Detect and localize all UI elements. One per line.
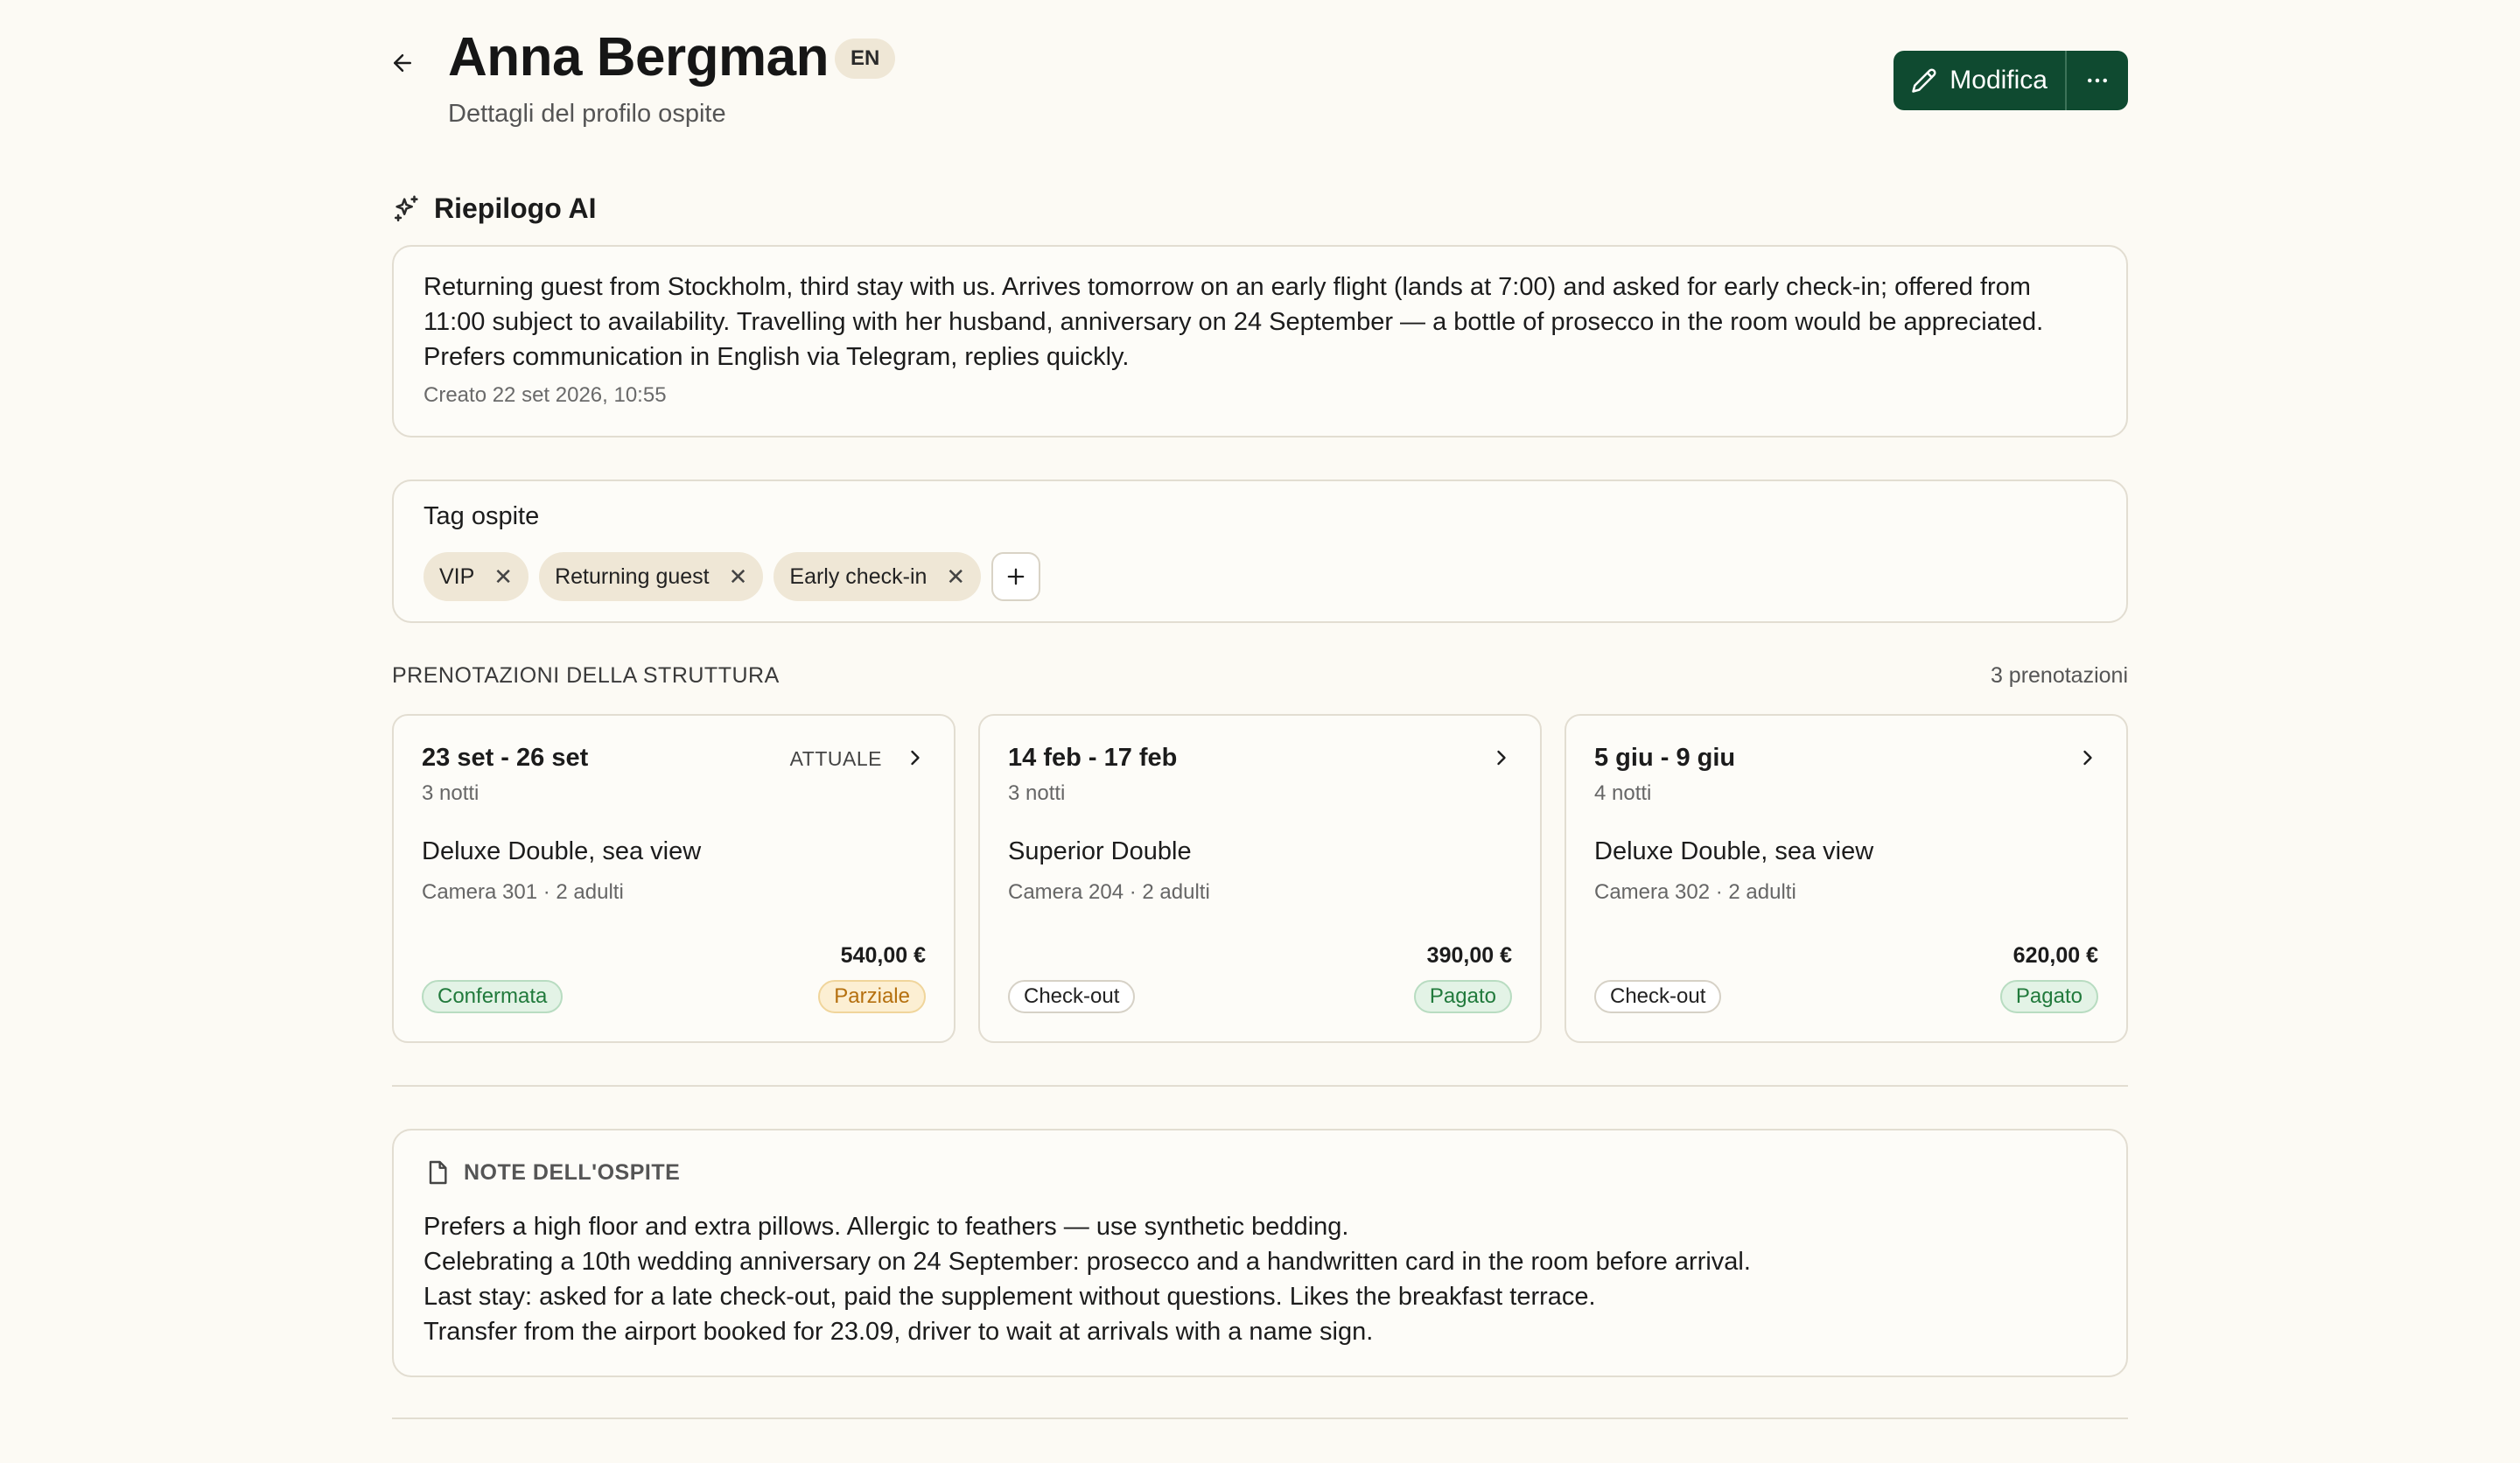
note-line: Celebrating a 10th wedding anniversary o…	[424, 1248, 1751, 1276]
booking-room-type: Superior Double	[1008, 837, 1192, 865]
guest-notes-header: NOTE DELL'OSPITE	[424, 1158, 2096, 1186]
status-badge: Confermata	[422, 980, 564, 1013]
note-line: Last stay: asked for a late check-out, p…	[424, 1283, 1596, 1311]
close-icon[interactable]: ✕	[494, 565, 513, 588]
language-badge: EN	[835, 38, 896, 79]
ai-summary-title: Riepilogo AI	[434, 192, 597, 224]
tag-label: Early check-in	[789, 564, 928, 589]
more-actions-button[interactable]	[2067, 51, 2128, 110]
booking-dates: 5 giu - 9 giu	[1594, 744, 1736, 772]
guest-notes-title: NOTE DELL'OSPITE	[464, 1159, 681, 1185]
booking-room-meta: Camera 301 · 2 adulti	[422, 880, 624, 904]
booking-dates: 14 feb - 17 feb	[1008, 744, 1178, 772]
ai-summary-text: Returning guest from Stockholm, third st…	[424, 273, 2044, 371]
guest-tags-title: Tag ospite	[424, 502, 540, 530]
payment-badge: Parziale	[818, 980, 926, 1013]
close-icon[interactable]: ✕	[729, 565, 748, 588]
arrow-left-icon	[394, 54, 411, 72]
chevron-right-icon	[2083, 750, 2092, 766]
plus-icon	[1007, 568, 1025, 585]
edit-button[interactable]: Modifica	[1894, 51, 2065, 110]
booking-room-type: Deluxe Double, sea view	[422, 837, 702, 865]
page-header: Anna Bergman EN Dettagli del profilo osp…	[392, 0, 2128, 175]
booking-nights: 3 notti	[1008, 781, 1066, 805]
guest-profile-page: Anna Bergman EN Dettagli del profilo osp…	[392, 0, 2128, 1419]
tag-list: VIP ✕ Returning guest ✕ Early check-in ✕	[424, 552, 2096, 601]
ai-summary-header: Riepilogo AI	[392, 192, 596, 225]
bookings-list: 23 set - 26 set 3 notti ATTUALE Deluxe D…	[392, 714, 2128, 1043]
tag-early-check-in: Early check-in ✕	[774, 552, 982, 601]
edit-button-label: Modifica	[1950, 66, 2048, 94]
booking-card[interactable]: 5 giu - 9 giu 4 notti Deluxe Double, sea…	[1564, 714, 2128, 1043]
booking-nights: 4 notti	[1594, 781, 1652, 805]
booking-card[interactable]: 23 set - 26 set 3 notti ATTUALE Deluxe D…	[392, 714, 956, 1043]
section-divider	[392, 1085, 2128, 1087]
guest-notes-body: Prefers a high floor and extra pillows. …	[424, 1209, 2096, 1349]
add-tag-button[interactable]	[991, 552, 1041, 601]
status-badge: Check-out	[1008, 980, 1136, 1013]
note-line: Transfer from the airport booked for 23.…	[424, 1318, 1374, 1346]
ai-summary-card: Returning guest from Stockholm, third st…	[392, 245, 2128, 438]
tag-label: Returning guest	[555, 564, 710, 589]
page-subtitle: Dettagli del profilo ospite	[448, 100, 726, 128]
chevron-right-icon	[1497, 750, 1506, 766]
payment-badge: Pagato	[1999, 980, 2098, 1013]
current-booking-label: ATTUALE	[789, 747, 882, 770]
booking-room-type: Deluxe Double, sea view	[1594, 837, 1874, 865]
tag-returning-guest: Returning guest ✕	[539, 552, 764, 601]
payment-badge: Pagato	[1413, 980, 1512, 1013]
bookings-count: 3 prenotazioni	[1990, 663, 2128, 688]
sparkles-icon	[394, 195, 418, 221]
status-badge: Check-out	[1594, 980, 1722, 1013]
booking-nights: 3 notti	[422, 781, 480, 805]
booking-card[interactable]: 14 feb - 17 feb 3 notti Superior Double …	[978, 714, 1542, 1043]
booking-room-meta: Camera 302 · 2 adulti	[1594, 880, 1796, 904]
tag-label: VIP	[439, 564, 475, 589]
pencil-icon	[1912, 68, 1936, 93]
note-line: Prefers a high floor and extra pillows. …	[424, 1213, 1349, 1241]
booking-amount: 390,00 €	[1426, 943, 1512, 968]
booking-amount: 540,00 €	[840, 943, 926, 968]
tag-vip: VIP ✕	[424, 552, 529, 601]
chevron-right-icon	[911, 750, 920, 766]
close-icon[interactable]: ✕	[946, 565, 965, 588]
ellipsis-icon	[2088, 78, 2107, 83]
section-divider	[392, 1418, 2128, 1419]
booking-room-meta: Camera 204 · 2 adulti	[1008, 880, 1210, 904]
bookings-section-header: PRENOTAZIONI DELLA STRUTTURA 3 prenotazi…	[392, 663, 2128, 689]
guest-notes-card: NOTE DELL'OSPITE Prefers a high floor an…	[392, 1129, 2128, 1377]
bookings-title: PRENOTAZIONI DELLA STRUTTURA	[392, 663, 780, 688]
header-actions: Modifica	[1894, 51, 2128, 110]
guest-tags-card: Tag ospite VIP ✕ Returning guest ✕ Early…	[392, 480, 2128, 623]
page-title: Anna Bergman	[448, 27, 829, 88]
ai-summary-created: Creato 22 set 2026, 10:55	[424, 383, 667, 407]
booking-amount: 620,00 €	[2012, 943, 2098, 968]
back-button[interactable]	[374, 42, 430, 84]
document-icon	[429, 1160, 447, 1185]
